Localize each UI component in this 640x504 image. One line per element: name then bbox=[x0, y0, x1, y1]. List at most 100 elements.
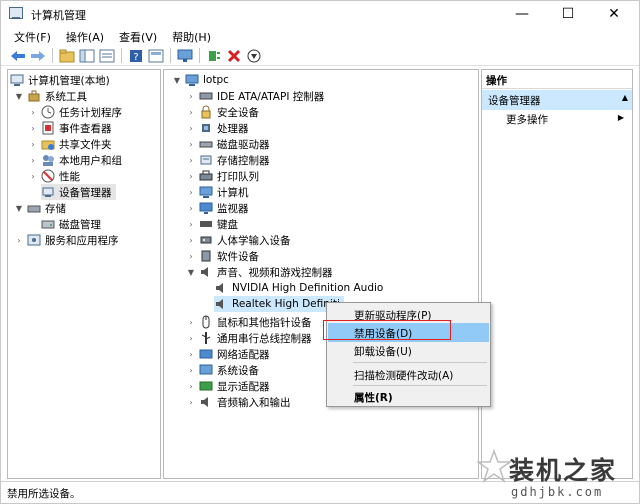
expand-arrow-icon[interactable]: › bbox=[28, 123, 38, 133]
device-category-usb[interactable]: › 通用串行总线控制器 bbox=[186, 330, 312, 346]
expand-arrow-icon[interactable]: › bbox=[186, 107, 196, 117]
device-category-processor[interactable]: › 处理器 bbox=[186, 120, 248, 136]
list-view-icon[interactable] bbox=[98, 48, 116, 64]
expand-arrow-icon[interactable]: › bbox=[186, 349, 196, 359]
properties-icon[interactable] bbox=[147, 48, 165, 64]
device-category-display[interactable]: › 显示适配器 bbox=[186, 378, 269, 394]
update-driver-icon[interactable] bbox=[245, 48, 263, 64]
device-realtek-audio[interactable]: Realtek High Definiti bbox=[214, 296, 344, 312]
collapse-arrow-icon[interactable]: ▲ bbox=[622, 93, 628, 102]
expand-arrow-icon[interactable]: › bbox=[186, 91, 196, 101]
scan-hardware-icon[interactable] bbox=[205, 48, 223, 64]
device-category-label: 磁盘驱动器 bbox=[217, 138, 270, 151]
close-button[interactable]: ✕ bbox=[591, 1, 637, 27]
window-title: 计算机管理 bbox=[31, 9, 86, 22]
tree-item-system-tools[interactable]: ▼ 系统工具 bbox=[14, 88, 87, 104]
expand-arrow-icon[interactable]: › bbox=[186, 171, 196, 181]
menu-help[interactable]: 帮助(H) bbox=[165, 27, 219, 46]
device-category-computer[interactable]: › 计算机 bbox=[186, 184, 249, 200]
keyboard-icon bbox=[199, 217, 213, 231]
menu-view[interactable]: 查看(V) bbox=[112, 27, 165, 46]
device-category-audio-io[interactable]: › 音频输入和输出 bbox=[186, 394, 290, 410]
device-category-monitors[interactable]: › 监视器 bbox=[186, 200, 249, 216]
context-menu-scan-hardware[interactable]: 扫描检测硬件改动(A) bbox=[328, 365, 489, 384]
software-device-icon bbox=[199, 249, 213, 263]
show-hide-tree-icon[interactable] bbox=[78, 48, 96, 64]
expand-arrow-icon[interactable]: › bbox=[28, 107, 38, 117]
expand-arrow-icon[interactable]: ▼ bbox=[14, 203, 24, 213]
tree-item-local-users-groups[interactable]: › 本地用户和组 bbox=[28, 152, 122, 168]
tree-item-disk-management[interactable]: 磁盘管理 bbox=[41, 216, 101, 232]
highlight-box bbox=[323, 320, 451, 340]
expand-arrow-icon[interactable]: › bbox=[186, 219, 196, 229]
monitor-icon bbox=[199, 201, 213, 215]
expand-arrow-icon[interactable]: › bbox=[186, 139, 196, 149]
expand-arrow-icon[interactable]: › bbox=[28, 155, 38, 165]
forward-arrow-icon[interactable] bbox=[29, 48, 47, 64]
expand-arrow-icon[interactable]: › bbox=[186, 365, 196, 375]
device-nvidia-audio[interactable]: NVIDIA High Definition Audio bbox=[214, 280, 383, 296]
up-folder-icon[interactable] bbox=[58, 48, 76, 64]
device-category-label: 声音、视频和游戏控制器 bbox=[217, 266, 333, 279]
help-icon[interactable]: ? bbox=[127, 48, 145, 64]
device-category-network[interactable]: › 网络适配器 bbox=[186, 346, 269, 362]
disk-management-icon bbox=[41, 217, 55, 231]
monitor-icon[interactable] bbox=[176, 48, 194, 64]
device-tree-root[interactable]: ▼ lotpc bbox=[172, 72, 229, 88]
tree-item-device-manager[interactable]: 设备管理器 bbox=[41, 184, 116, 200]
tree-item-task-scheduler[interactable]: › 任务计划程序 bbox=[28, 104, 122, 120]
device-category-print-queues[interactable]: › 打印队列 bbox=[186, 168, 259, 184]
expand-arrow-icon[interactable]: › bbox=[186, 235, 196, 245]
back-arrow-icon[interactable] bbox=[9, 48, 27, 64]
device-category-label: 人体学输入设备 bbox=[217, 234, 291, 247]
device-category-hid[interactable]: › 人体学输入设备 bbox=[186, 232, 291, 248]
watermark-url: gdhjbk.com bbox=[511, 485, 604, 499]
expand-arrow-icon[interactable]: ▼ bbox=[14, 91, 24, 101]
expand-arrow-icon[interactable]: › bbox=[186, 251, 196, 261]
expand-arrow-icon[interactable]: › bbox=[186, 381, 196, 391]
hid-icon bbox=[199, 233, 213, 247]
device-category-system[interactable]: › 系统设备 bbox=[186, 362, 259, 378]
device-category-storage-controllers[interactable]: › 存储控制器 bbox=[186, 152, 269, 168]
menu-action[interactable]: 操作(A) bbox=[59, 27, 112, 46]
device-category-mice[interactable]: › 鼠标和其他指针设备 bbox=[186, 314, 312, 330]
tree-item-shared-folders[interactable]: › 共享文件夹 bbox=[28, 136, 111, 152]
tree-item-performance[interactable]: › 性能 bbox=[28, 168, 80, 184]
expand-arrow-icon[interactable]: › bbox=[186, 155, 196, 165]
audio-io-icon bbox=[199, 395, 213, 409]
tree-item-label: 系统工具 bbox=[45, 90, 87, 103]
expand-arrow-icon[interactable]: › bbox=[28, 171, 38, 181]
expand-arrow-icon[interactable]: › bbox=[186, 317, 196, 327]
tree-item-event-viewer[interactable]: › 事件查看器 bbox=[28, 120, 112, 136]
tree-item-storage[interactable]: ▼ 存储 bbox=[14, 200, 66, 216]
device-category-sound-video-game[interactable]: ▼ 声音、视频和游戏控制器 bbox=[186, 264, 333, 280]
maximize-button[interactable]: ☐ bbox=[545, 1, 591, 27]
minimize-button[interactable]: — bbox=[499, 1, 545, 27]
svg-text:?: ? bbox=[133, 52, 138, 63]
chevron-right-icon[interactable]: ▶ bbox=[618, 113, 624, 122]
expand-arrow-icon[interactable]: ▼ bbox=[172, 75, 182, 85]
expand-arrow-icon[interactable]: › bbox=[186, 203, 196, 213]
more-actions-link[interactable]: 更多操作 bbox=[506, 112, 548, 127]
expand-arrow-icon[interactable]: › bbox=[186, 397, 196, 407]
expand-arrow-icon[interactable]: › bbox=[14, 235, 24, 245]
tree-item-computer-management[interactable]: 计算机管理(本地) bbox=[10, 72, 110, 88]
context-menu-properties[interactable]: 属性(R) bbox=[328, 387, 489, 406]
menu-file[interactable]: 文件(F) bbox=[7, 27, 59, 46]
speaker-icon bbox=[214, 297, 228, 311]
expand-arrow-icon[interactable]: › bbox=[186, 123, 196, 133]
uninstall-x-icon[interactable] bbox=[225, 48, 243, 64]
collapse-arrow-icon[interactable]: ▼ bbox=[186, 267, 196, 277]
device-category-keyboards[interactable]: › 键盘 bbox=[186, 216, 238, 232]
device-category-ide[interactable]: › IDE ATA/ATAPI 控制器 bbox=[186, 88, 324, 104]
device-category-security[interactable]: › 安全设备 bbox=[186, 104, 259, 120]
expand-arrow-icon[interactable]: › bbox=[186, 333, 196, 343]
mouse-icon bbox=[199, 315, 213, 329]
actions-section-device-manager[interactable]: 设备管理器 ▲ bbox=[482, 90, 632, 110]
expand-arrow-icon[interactable]: › bbox=[186, 187, 196, 197]
device-category-software[interactable]: › 软件设备 bbox=[186, 248, 259, 264]
tree-item-services-apps[interactable]: › 服务和应用程序 bbox=[14, 232, 119, 248]
expand-arrow-icon[interactable]: › bbox=[28, 139, 38, 149]
device-category-disk-drives[interactable]: › 磁盘驱动器 bbox=[186, 136, 270, 152]
context-menu-uninstall-device[interactable]: 卸载设备(U) bbox=[328, 341, 489, 360]
